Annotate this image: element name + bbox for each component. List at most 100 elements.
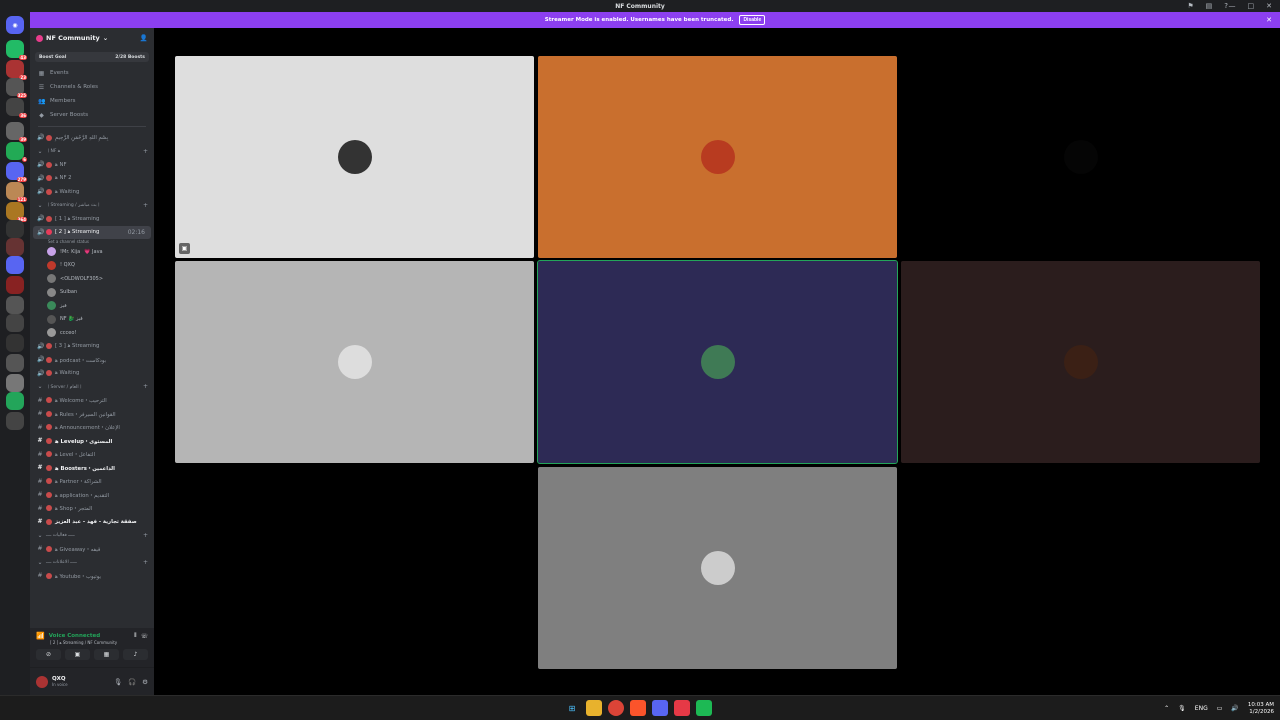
nav-item-server-boosts[interactable]: ◆ Server Boosts xyxy=(30,108,154,122)
text-channel[interactable]: # ﻫ Partner・الشراكة xyxy=(30,475,154,489)
help-icon[interactable]: ? xyxy=(1224,2,1228,10)
server-icon[interactable] xyxy=(6,314,24,332)
voice-user[interactable]: !Mr. Kija 💗 Java xyxy=(30,245,154,259)
add-channel-icon[interactable]: + xyxy=(143,559,148,566)
voice-channel[interactable]: 🔊 [ 3 ] ﻫ Streaming xyxy=(30,340,154,354)
participant-tile[interactable] xyxy=(537,260,898,464)
text-channel[interactable]: # ﻫ Giveaway・قيفه xyxy=(30,542,154,556)
text-channel[interactable]: # ﻫ Welcome・الترحيب xyxy=(30,394,154,408)
voice-status[interactable]: Voice Connected xyxy=(49,633,100,639)
participant-tile[interactable] xyxy=(175,261,534,463)
screen-icon[interactable]: ▣ xyxy=(179,243,190,254)
activities-button[interactable]: ▦ xyxy=(94,649,119,660)
text-channel[interactable]: # صفقة تجارية - فهد - عبد العزيز xyxy=(30,515,154,529)
text-channel[interactable]: # ﻫ Shop・المتجر xyxy=(30,502,154,516)
mic-tray-icon[interactable]: 🎙 xyxy=(1178,705,1186,712)
server-icon[interactable]: 43 xyxy=(6,40,27,60)
voice-user[interactable]: ccceo! xyxy=(30,326,154,340)
voice-user[interactable]: ! QXQ xyxy=(30,259,154,273)
server-icon[interactable] xyxy=(6,334,24,352)
voice-channel[interactable]: 🔊 ﻫ Waiting xyxy=(30,367,154,381)
active-voice-channel[interactable]: 🔊 [ 2 ] ﻫ Streaming 02:16 xyxy=(33,225,151,239)
server-icon[interactable] xyxy=(6,256,24,274)
server-icon[interactable]: 23 xyxy=(6,60,27,80)
voice-channel[interactable]: 🔊 ﻫ podcast・بودكاست xyxy=(30,353,154,367)
avatar[interactable] xyxy=(36,675,48,688)
add-channel-icon[interactable]: + xyxy=(143,148,148,155)
server-icon[interactable]: 36 xyxy=(6,98,27,118)
category-header[interactable]: ⌄ 〡NF ﻫ + xyxy=(30,145,154,159)
language-indicator[interactable]: ENG xyxy=(1195,705,1208,712)
add-channel-icon[interactable]: + xyxy=(143,383,148,390)
text-channel[interactable]: # ﻫ application・التقديم xyxy=(30,488,154,502)
discord-icon[interactable] xyxy=(652,700,668,716)
close-icon[interactable]: ✕ xyxy=(1266,2,1272,10)
server-icon[interactable]: 279 xyxy=(6,162,27,182)
server-icon[interactable]: 121 xyxy=(6,182,27,202)
banner-close-icon[interactable]: ✕ xyxy=(1266,16,1272,24)
browser-icon[interactable] xyxy=(674,700,690,716)
disable-button[interactable]: Disable xyxy=(739,15,766,25)
text-channel[interactable]: # ﻫ Levelup・المستوى xyxy=(30,434,154,448)
nav-item-channels-roles[interactable]: ☰ Channels & Roles xyxy=(30,80,154,94)
text-channel[interactable]: # ﻫ Level・التفاعل xyxy=(30,448,154,462)
server-icon[interactable] xyxy=(6,220,24,238)
flag-icon[interactable]: ⚑ xyxy=(1187,2,1193,10)
voice-channel[interactable]: 🔊 [ 1 ] ﻫ Streaming xyxy=(30,212,154,226)
server-icon[interactable]: 6 xyxy=(6,142,27,162)
boost-goal[interactable]: Boost Goal 2/28 Boosts xyxy=(35,52,149,62)
server-icon[interactable] xyxy=(6,374,24,392)
participant-tile[interactable] xyxy=(538,56,897,258)
voice-user[interactable]: <OLDWOLF305> xyxy=(30,272,154,286)
text-channel[interactable]: # ﻫ Announcement・الإعلان xyxy=(30,421,154,435)
voice-user[interactable]: فيز xyxy=(30,299,154,313)
noise-suppression-icon[interactable]: ⫴ xyxy=(134,632,137,640)
chrome-icon[interactable] xyxy=(608,700,624,716)
server-icon[interactable] xyxy=(6,412,24,430)
category-header[interactable]: ⌄ 〡Server / العام〡 + xyxy=(30,380,154,394)
server-icon[interactable] xyxy=(6,238,24,256)
voice-channel[interactable]: 🔊 بِسْمِ اللهِ الرَّحْمَنِ الرَّحِيمِ xyxy=(30,131,154,145)
nav-item-events[interactable]: ▦ Events xyxy=(30,66,154,80)
text-channel[interactable]: # ﻫ Rules・القوانين السيرفر xyxy=(30,407,154,421)
voice-channel[interactable]: 🔊 ﻫ Waiting xyxy=(30,185,154,199)
soundboard-button[interactable]: ♪ xyxy=(123,649,148,660)
participant-tile[interactable] xyxy=(538,467,897,669)
camera-button[interactable]: ⊘ xyxy=(36,649,61,660)
participant-tile[interactable] xyxy=(901,56,1260,258)
server-icon[interactable] xyxy=(6,354,24,372)
gear-icon[interactable]: ⚙ xyxy=(142,678,148,686)
brave-icon[interactable] xyxy=(630,700,646,716)
category-header[interactable]: ⌄ ـــــ الاعلانات ــــ + xyxy=(30,556,154,570)
file-explorer-icon[interactable] xyxy=(586,700,602,716)
voice-channel[interactable]: 🔊 ﻫ NF 2 xyxy=(30,172,154,186)
add-channel-icon[interactable]: + xyxy=(143,532,148,539)
app-icon[interactable] xyxy=(696,700,712,716)
server-icon[interactable]: 39 xyxy=(6,122,27,142)
add-channel-icon[interactable]: + xyxy=(143,202,148,209)
chevron-up-icon[interactable]: ⌃ xyxy=(1164,705,1169,712)
voice-user[interactable]: NF 🐉 ڤيز xyxy=(30,313,154,327)
voice-user[interactable]: Sulban xyxy=(30,286,154,300)
text-channel[interactable]: # ﻫ Youtube・يوتيوب xyxy=(30,569,154,583)
clock[interactable]: 10:03 AM 1/2/2026 xyxy=(1248,702,1274,716)
disconnect-icon[interactable]: ☏ xyxy=(140,633,148,640)
voice-channel[interactable]: 🔊 ﻫ NF xyxy=(30,158,154,172)
server-icon[interactable]: 325 xyxy=(6,78,27,98)
add-user-icon[interactable]: 👤 xyxy=(140,34,148,42)
maximize-icon[interactable]: □ xyxy=(1248,2,1255,10)
inbox-icon[interactable]: ▤ xyxy=(1206,2,1213,10)
microphone-icon[interactable]: 🎙 xyxy=(114,678,122,686)
volume-icon[interactable]: 🔊 xyxy=(1231,705,1238,712)
minimize-icon[interactable]: — xyxy=(1229,2,1236,10)
category-header[interactable]: ⌄ 〡Streaming / بث مباشر〡 + xyxy=(30,199,154,213)
participant-tile[interactable]: ▣ xyxy=(175,56,534,258)
text-channel[interactable]: # ﻫ Boosters・الداعمين xyxy=(30,461,154,475)
participant-tile[interactable] xyxy=(901,261,1260,463)
server-icon[interactable] xyxy=(6,296,24,314)
server-header[interactable]: NF Community ⌄ 👤 xyxy=(30,28,154,48)
network-icon[interactable]: ▭ xyxy=(1217,705,1223,712)
server-icon[interactable]: 364 xyxy=(6,202,27,222)
start-icon[interactable]: ⊞ xyxy=(564,700,580,716)
nav-item-members[interactable]: 👥 Members xyxy=(30,94,154,108)
